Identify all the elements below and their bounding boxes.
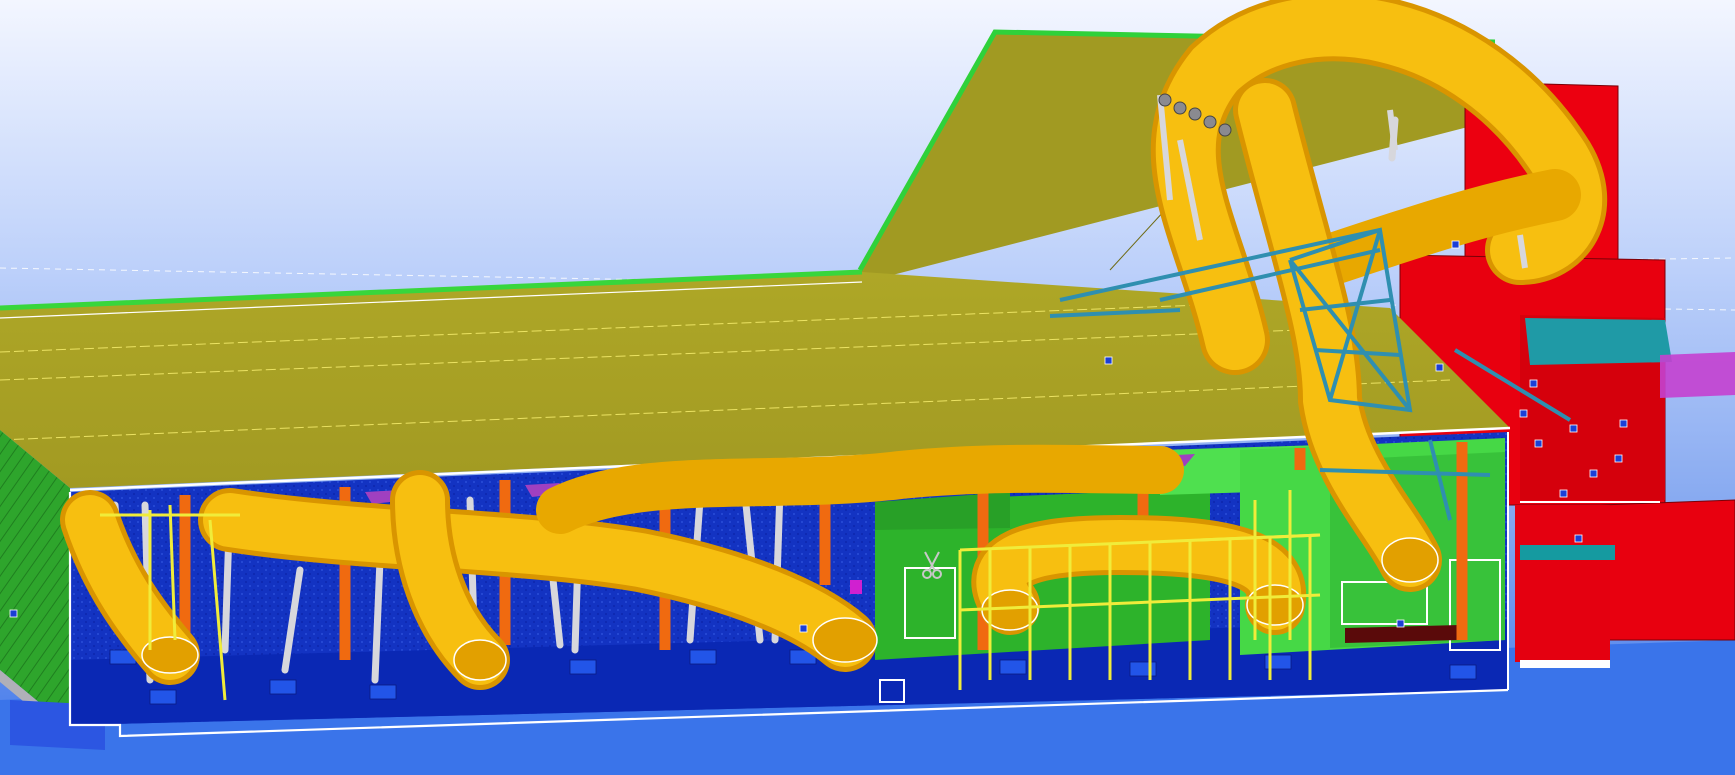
3d-model-scene[interactable]	[0, 0, 1735, 775]
model-viewport[interactable]	[0, 0, 1735, 775]
